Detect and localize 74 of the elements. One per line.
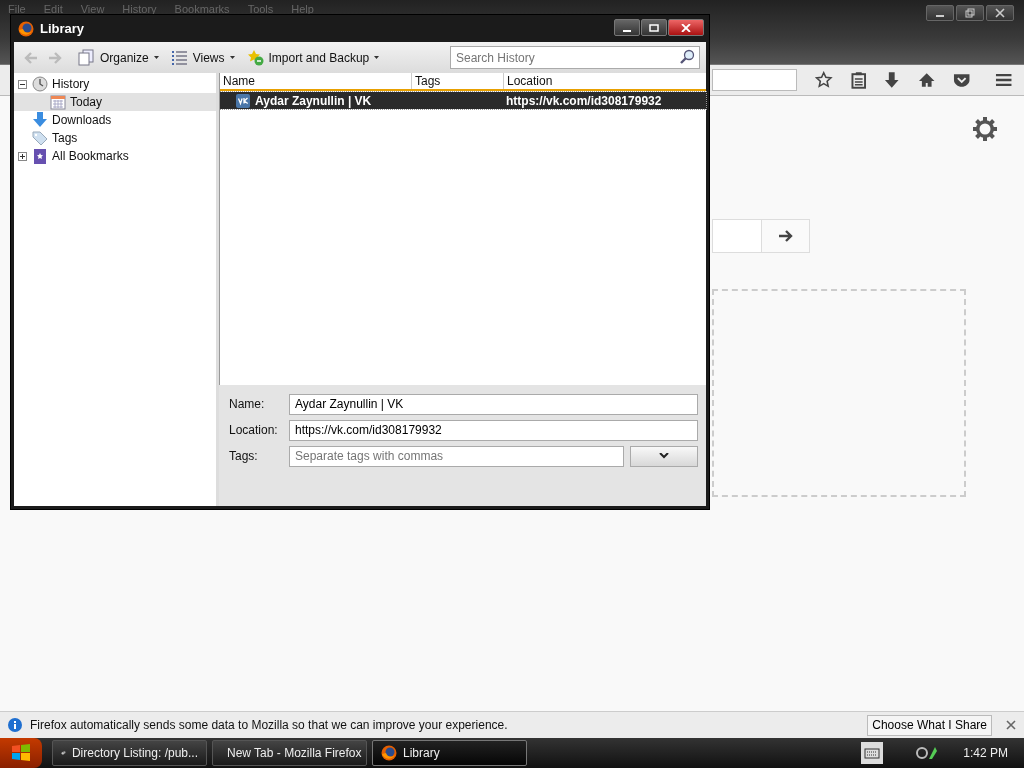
minimize-icon bbox=[936, 15, 944, 17]
table-cell: Aydar Zaynullin | VK bbox=[255, 93, 372, 108]
column-header[interactable]: Location bbox=[504, 73, 706, 89]
clock-icon bbox=[32, 76, 48, 92]
toolbar-button[interactable]: Import and Backup bbox=[246, 49, 380, 66]
sidebar-item[interactable]: Downloads bbox=[14, 111, 216, 129]
taskbar-button[interactable]: Library bbox=[372, 740, 527, 766]
input-field[interactable]: Aydar Zaynullin | VK bbox=[289, 393, 698, 415]
dropdown-caret-icon bbox=[153, 56, 159, 59]
go-button[interactable] bbox=[762, 219, 810, 253]
close-icon bbox=[681, 23, 691, 32]
search-field[interactable]: Search History bbox=[450, 46, 700, 69]
maximize-icon bbox=[649, 23, 659, 32]
taskbar-button[interactable]: New Tab - Mozilla Firefox bbox=[212, 740, 367, 766]
windows-logo-icon bbox=[10, 743, 32, 763]
vk-logo-icon bbox=[236, 93, 250, 108]
firefox-icon bbox=[18, 20, 34, 37]
maximize-button[interactable] bbox=[641, 19, 667, 36]
clock: 1:42 PM bbox=[963, 746, 1008, 760]
restore-button[interactable] bbox=[956, 5, 984, 21]
field-label: Location: bbox=[229, 423, 279, 437]
settings-icon[interactable] bbox=[972, 116, 998, 142]
notification-text: Firefox automatically sends some data to Mozilla so that we can improve your experience. bbox=[30, 718, 509, 732]
close-button[interactable] bbox=[668, 19, 704, 36]
minimize-button[interactable] bbox=[614, 19, 640, 36]
close-icon bbox=[994, 8, 1006, 18]
chevron-down-icon bbox=[659, 453, 669, 459]
toolbar-button[interactable]: Organize bbox=[78, 49, 159, 66]
window-title: Library bbox=[40, 21, 85, 36]
calendar-icon bbox=[50, 94, 66, 110]
table-row[interactable]: Aydar Zaynullin | VK https://vk.com/id308179932 bbox=[220, 92, 706, 109]
info-icon bbox=[8, 718, 22, 732]
network-icon[interactable] bbox=[915, 745, 940, 761]
column-header[interactable]: Name bbox=[220, 73, 412, 89]
sidebar-item[interactable]: All Bookmarks bbox=[14, 147, 216, 165]
restore-icon bbox=[964, 8, 976, 18]
list-icon bbox=[170, 49, 188, 66]
start-button[interactable] bbox=[0, 738, 42, 768]
choose-what-i-share-button[interactable]: Choose What I Share bbox=[867, 714, 992, 736]
tag-icon bbox=[32, 130, 48, 146]
shield-check-icon[interactable] bbox=[953, 72, 971, 88]
field-label: Tags: bbox=[229, 449, 259, 463]
dropdown-caret-icon bbox=[229, 56, 235, 59]
clipboard-icon[interactable] bbox=[850, 71, 867, 89]
pages-icon bbox=[78, 49, 95, 66]
star-arrows-icon bbox=[246, 49, 264, 66]
download-icon[interactable] bbox=[884, 71, 900, 89]
expand-icon[interactable] bbox=[18, 151, 27, 161]
field-label: Name: bbox=[229, 397, 266, 411]
close-button[interactable] bbox=[986, 5, 1014, 21]
minimize-button[interactable] bbox=[926, 5, 954, 21]
input-field[interactable]: https://vk.com/id308179932 bbox=[289, 419, 698, 441]
sidebar-item[interactable]: History bbox=[14, 75, 216, 93]
menu-icon[interactable] bbox=[994, 72, 1013, 88]
sidebar-item[interactable]: Tags bbox=[14, 129, 216, 147]
bookmark-book-icon bbox=[32, 148, 48, 164]
address-field[interactable] bbox=[712, 69, 798, 91]
search-icon[interactable] bbox=[679, 49, 695, 65]
dropdown-caret-icon bbox=[374, 56, 380, 59]
taskbar-button[interactable]: Directory Listing: /pub... bbox=[52, 740, 207, 766]
home-icon[interactable] bbox=[917, 72, 936, 88]
close-icon[interactable] bbox=[1006, 720, 1016, 730]
input-field[interactable]: Separate tags with commas bbox=[289, 445, 624, 467]
toolbar-button[interactable]: Views bbox=[170, 49, 235, 66]
firefox-icon bbox=[381, 745, 397, 761]
sidebar-item[interactable]: Today bbox=[14, 93, 216, 111]
table-cell: https://vk.com/id308179932 bbox=[506, 93, 662, 108]
column-header[interactable]: Tags bbox=[412, 73, 504, 89]
minimize-icon bbox=[623, 29, 631, 32]
keyboard-icon[interactable] bbox=[861, 742, 884, 764]
arrow-right-icon bbox=[777, 229, 794, 243]
collapse-icon[interactable] bbox=[18, 79, 27, 89]
star-icon[interactable] bbox=[815, 71, 833, 89]
download-arrow-icon bbox=[32, 112, 48, 128]
